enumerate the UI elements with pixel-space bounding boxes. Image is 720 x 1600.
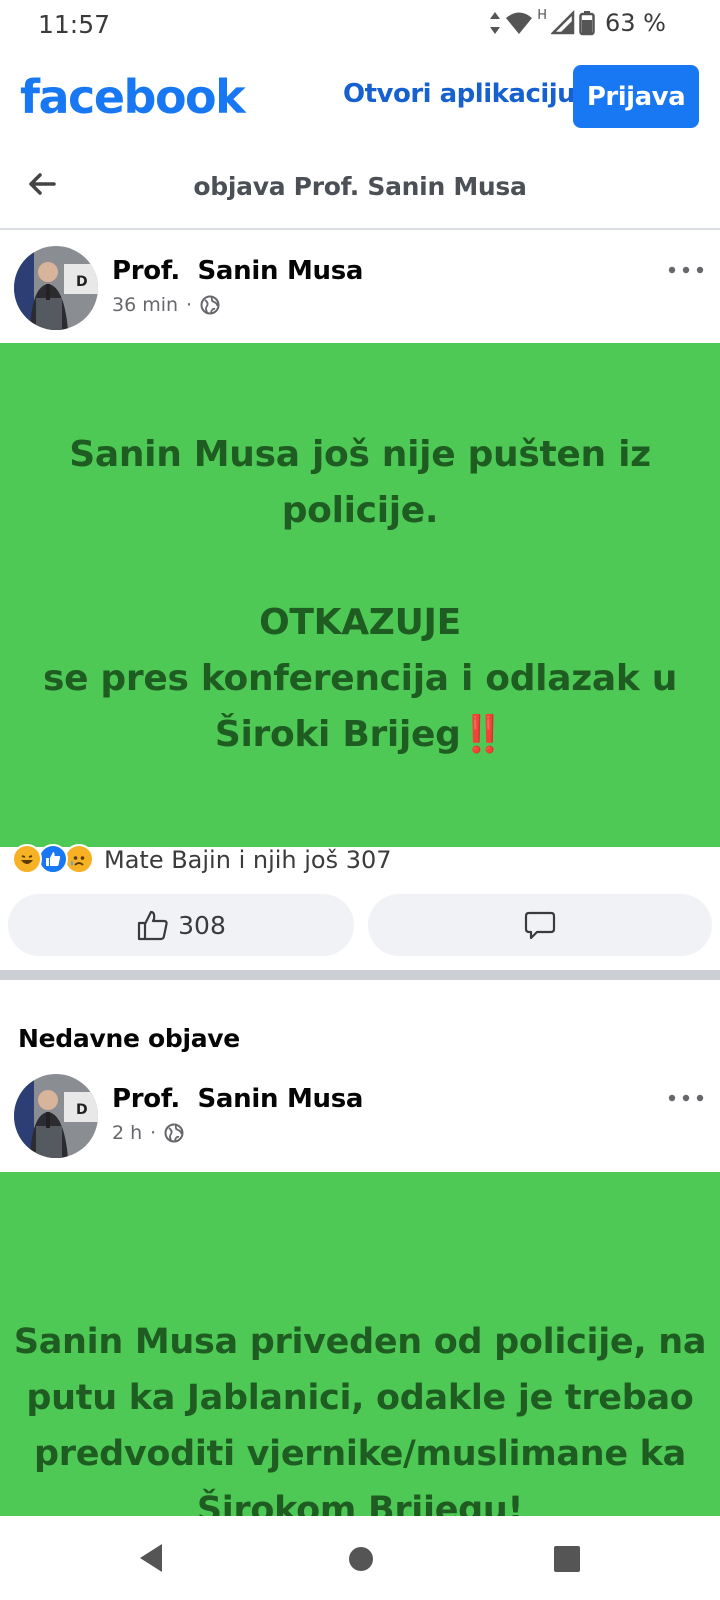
nav-recents-icon[interactable] (554, 1546, 580, 1572)
like-button[interactable]: 308 (8, 894, 354, 956)
avatar[interactable]: D (14, 246, 98, 330)
reactions-summary[interactable]: Mate Bajin i njih još 307 (12, 840, 392, 880)
recent-post-header: D Prof. Sanin Musa 2 h · (0, 1062, 720, 1162)
author-name[interactable]: Prof. Sanin Musa (112, 256, 363, 286)
author-name[interactable]: Prof. Sanin Musa (112, 1084, 363, 1114)
thumbs-up-icon (138, 910, 168, 941)
page-title: objava Prof. Sanin Musa (193, 172, 527, 201)
battery-level: 63 % (605, 9, 666, 37)
system-nav-bar (0, 1516, 720, 1600)
network-type-label: H (537, 7, 548, 23)
nav-back-icon[interactable] (136, 1542, 166, 1574)
data-arrows-icon (490, 12, 501, 34)
sad-icon (64, 844, 94, 874)
post-meta: 36 min · (112, 294, 220, 316)
svg-text:D: D (76, 1102, 88, 1118)
recent-post-content[interactable]: Sanin Musa priveden od policije, na putu… (0, 1172, 720, 1516)
comment-button[interactable] (368, 894, 712, 956)
comment-icon (524, 911, 556, 940)
globe-icon (200, 295, 220, 315)
signal-icon (551, 10, 575, 35)
globe-icon (164, 1123, 184, 1143)
post-header: D Prof. Sanin Musa 36 min · (0, 234, 720, 334)
svg-text:D: D (76, 274, 88, 290)
status-icons: H 63 % (489, 7, 666, 37)
post-time[interactable]: 36 min (112, 294, 178, 316)
open-app-link[interactable]: Otvori aplikaciju (343, 79, 576, 109)
meta-separator: · (150, 1122, 157, 1144)
facebook-logo[interactable]: facebook (20, 70, 246, 124)
reaction-icons (12, 844, 98, 876)
recent-post-text: Sanin Musa priveden od policije, na putu… (13, 1322, 707, 1516)
haha-icon (12, 844, 42, 874)
section-divider (0, 970, 720, 980)
wifi-icon (506, 12, 533, 34)
nav-home-icon[interactable] (348, 1546, 374, 1572)
more-options-icon[interactable] (666, 1090, 706, 1106)
more-options-icon[interactable] (666, 262, 706, 278)
double-exclamation-emoji: ‼️ (460, 714, 506, 755)
facebook-header: facebook Otvori aplikaciju Prijava (0, 56, 720, 136)
post-content[interactable]: Sanin Musa još nije pušten iz policije. … (0, 343, 720, 847)
avatar[interactable]: D (14, 1074, 98, 1158)
status-time: 11:57 (38, 10, 111, 39)
meta-separator: · (186, 294, 193, 316)
like-icon (38, 844, 68, 874)
login-button[interactable]: Prijava (573, 65, 699, 128)
post-text-body: Sanin Musa još nije pušten iz policije. … (42, 434, 678, 755)
post-meta: 2 h · (112, 1122, 184, 1144)
recent-posts-title: Nedavne objave (18, 1024, 240, 1053)
post-time[interactable]: 2 h (112, 1122, 142, 1144)
like-count: 308 (178, 910, 226, 940)
status-bar: 11:57 H 63 % (0, 0, 720, 48)
reactions-text: Mate Bajin i njih još 307 (104, 846, 392, 874)
battery-icon (579, 11, 595, 36)
post-text: Sanin Musa još nije pušten iz policije. … (43, 427, 677, 763)
title-bar: objava Prof. Sanin Musa (0, 150, 720, 230)
